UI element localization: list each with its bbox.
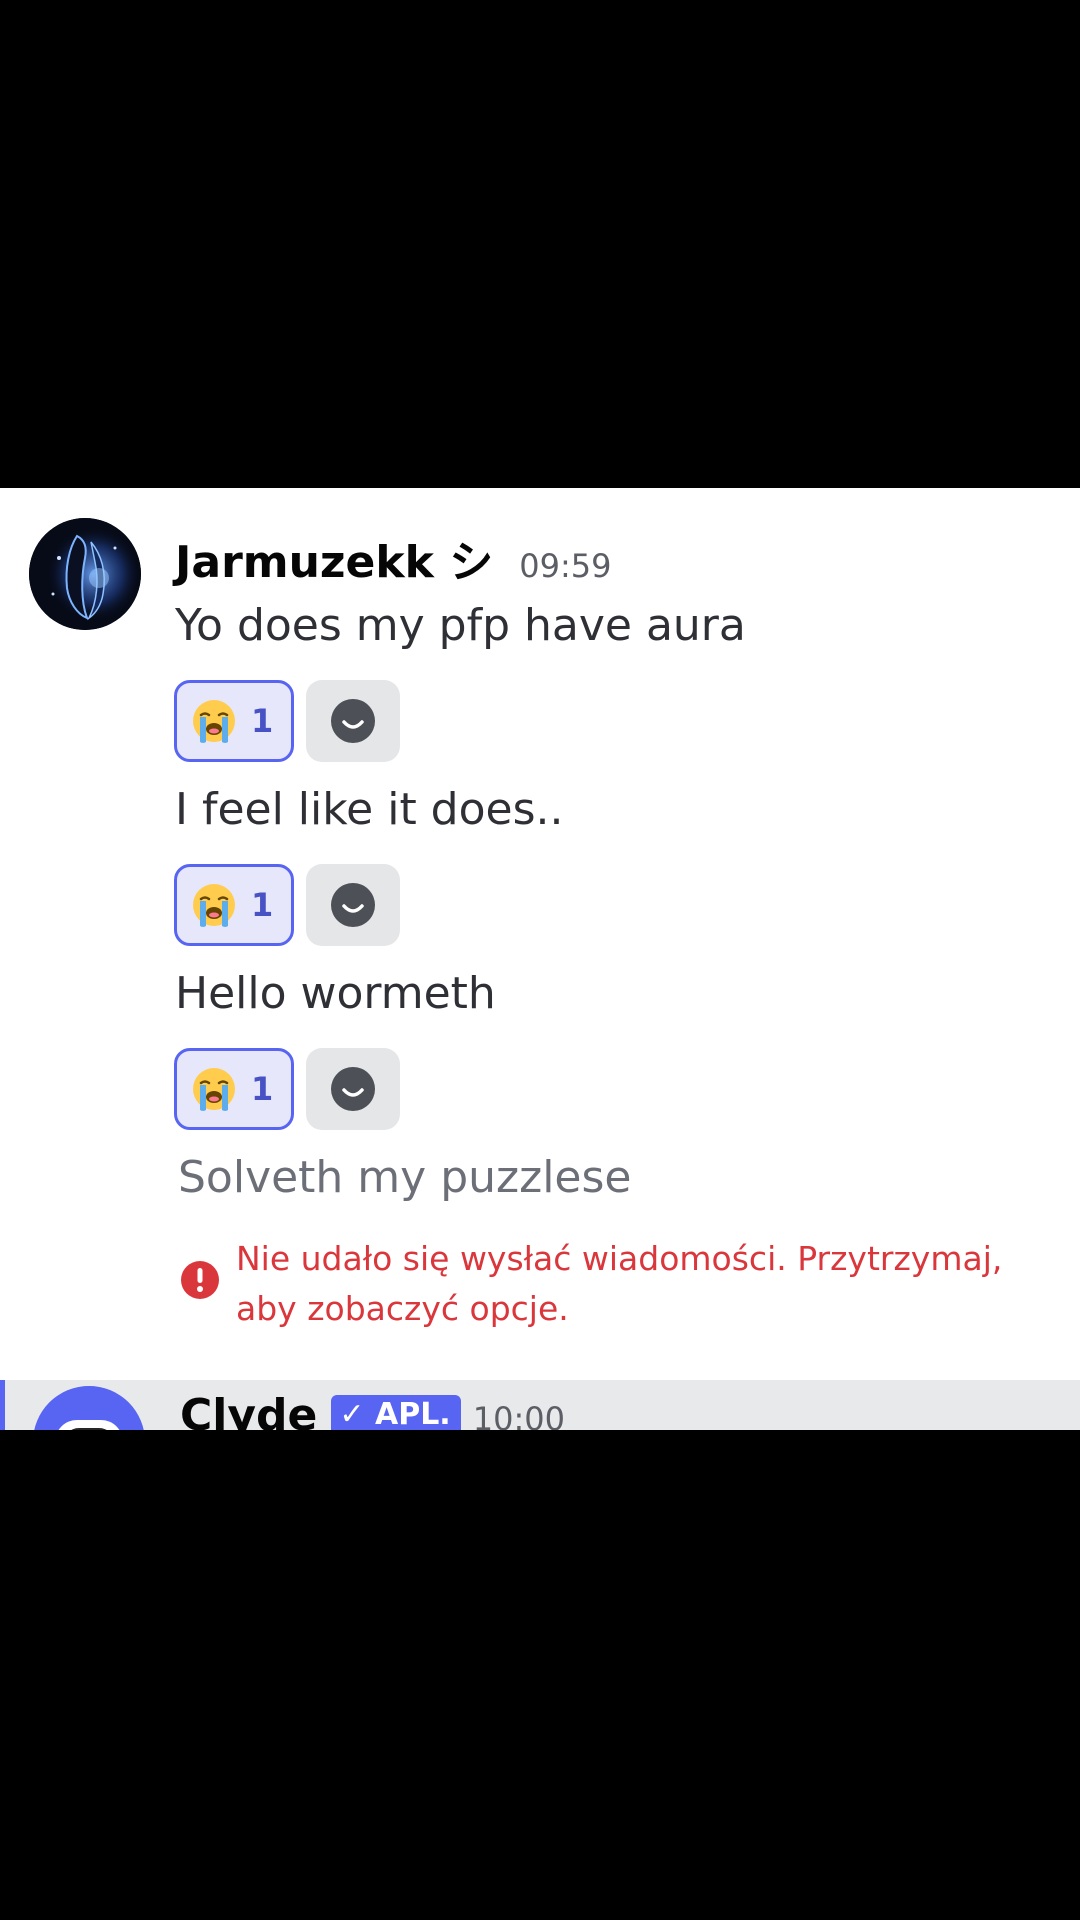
author-name[interactable]: Clyde <box>180 1390 317 1430</box>
user-avatar[interactable] <box>29 518 141 630</box>
app-badge: ✓ APL. <box>331 1395 461 1430</box>
smile-icon <box>331 1067 375 1111</box>
error-message: Nie udało się wysłać wiadomości. Przytrz… <box>236 1239 1003 1328</box>
error-icon <box>181 1261 219 1299</box>
reaction-crying[interactable]: 1 <box>174 864 294 946</box>
message-text[interactable]: I feel like it does.. <box>175 784 564 835</box>
reaction-bar: 1 <box>174 1048 400 1130</box>
message-timestamp: 10:00 <box>472 1400 565 1430</box>
add-reaction-button[interactable] <box>306 680 400 762</box>
message-text[interactable]: Hello wormeth <box>175 968 496 1019</box>
reaction-count: 1 <box>251 1070 274 1108</box>
add-reaction-button[interactable] <box>306 1048 400 1130</box>
loudly-crying-face-icon <box>193 700 235 743</box>
reaction-bar: 1 <box>174 680 400 762</box>
smile-icon <box>331 883 375 927</box>
next-message-row[interactable]: Clyde ✓ APL. 10:00 <box>0 1380 1080 1430</box>
send-error[interactable]: Nie udało się wysłać wiadomości. Przytrz… <box>180 1234 1056 1334</box>
reaction-crying[interactable]: 1 <box>174 680 294 762</box>
next-message-header: Clyde ✓ APL. 10:00 <box>180 1390 565 1430</box>
smile-icon <box>331 699 375 743</box>
message-timestamp: 09:59 <box>519 547 612 585</box>
loudly-crying-face-icon <box>193 1068 235 1111</box>
reaction-bar: 1 <box>174 864 400 946</box>
avatar-image <box>29 518 141 630</box>
reaction-count: 1 <box>251 702 274 740</box>
bot-avatar-icon <box>34 1386 144 1430</box>
author-name[interactable]: Jarmuzekk シ <box>175 526 493 590</box>
chat-screen: Jarmuzekk シ 09:59 Yo does my pfp have au… <box>0 488 1080 1430</box>
message-group[interactable]: Jarmuzekk シ 09:59 Yo does my pfp have au… <box>0 488 1080 1368</box>
clyde-avatar[interactable] <box>33 1386 145 1430</box>
reaction-crying[interactable]: 1 <box>174 1048 294 1130</box>
reaction-count: 1 <box>251 886 274 924</box>
add-reaction-button[interactable] <box>306 864 400 946</box>
message-text[interactable]: Yo does my pfp have aura <box>175 600 746 651</box>
message-header: Jarmuzekk シ 09:59 <box>175 526 612 588</box>
failed-message-text[interactable]: Solveth my puzzlese <box>178 1152 632 1203</box>
loudly-crying-face-icon <box>193 884 235 927</box>
